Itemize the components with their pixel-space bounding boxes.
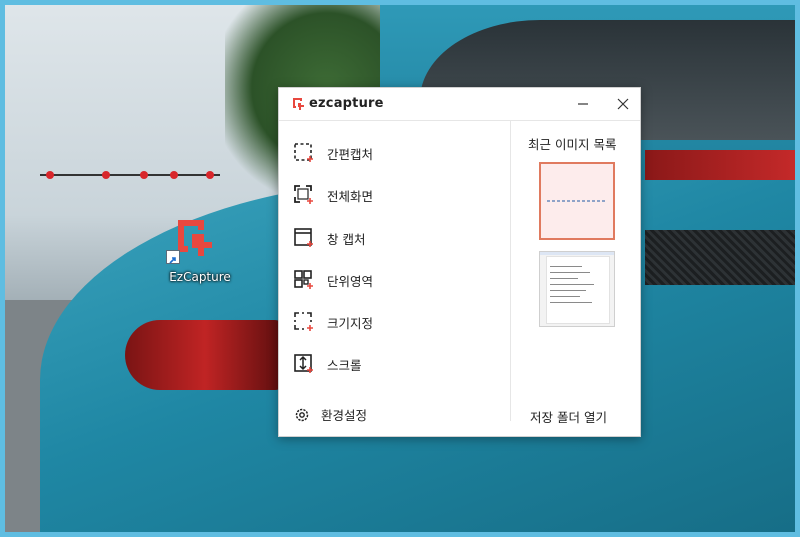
- app-title: ezcapture: [309, 96, 384, 111]
- fullscreen-capture-icon: [294, 185, 313, 204]
- menu-item-size-specify[interactable]: 크기지정: [293, 309, 373, 335]
- ezcapture-window: ezcapture 간편캡처 전체화면 창 캡처 단위영역 크기지정 스크롤 환…: [278, 87, 641, 437]
- menu-item-label: 간편캡처: [327, 146, 374, 162]
- menu-item-unit-area[interactable]: 단위영역: [293, 267, 373, 293]
- ezcapture-logo-icon: [178, 220, 212, 256]
- menu-item-label: 스크롤: [327, 357, 362, 373]
- title-bar[interactable]: ezcapture: [279, 88, 640, 121]
- close-icon: [617, 98, 629, 110]
- settings-label: 환경설정: [321, 408, 368, 423]
- recent-image-thumbnail[interactable]: [539, 162, 615, 240]
- wallpaper-traffic-light: [40, 165, 220, 185]
- open-save-folder-button[interactable]: 저장 폴더 열기: [530, 407, 607, 426]
- simple-capture-icon: [294, 143, 313, 162]
- wallpaper-taillight: [125, 320, 285, 390]
- minimize-icon: [578, 103, 588, 105]
- minimize-button[interactable]: [573, 94, 593, 114]
- menu-item-fullscreen[interactable]: 전체화면: [293, 182, 373, 208]
- menu-item-window-capture[interactable]: 창 캡처: [293, 225, 365, 251]
- ezcapture-desktop-shortcut[interactable]: EzCapture: [160, 210, 240, 294]
- wallpaper-grille: [645, 230, 800, 285]
- menu-item-label: 단위영역: [327, 273, 374, 289]
- ezcapture-logo-icon: [293, 98, 304, 110]
- recent-image-thumbnail[interactable]: [539, 251, 615, 327]
- unit-area-icon: [294, 270, 313, 289]
- settings-button[interactable]: 환경설정: [293, 405, 367, 424]
- scroll-capture-icon: [294, 354, 313, 373]
- panel-divider: [510, 121, 511, 421]
- window-capture-icon: [294, 228, 313, 247]
- menu-item-label: 창 캡처: [327, 231, 366, 247]
- menu-item-simple-capture[interactable]: 간편캡처: [293, 140, 373, 166]
- menu-item-scroll-capture[interactable]: 스크롤: [293, 351, 362, 377]
- menu-item-label: 전체화면: [327, 188, 374, 204]
- recent-images-title: 최근 이미지 목록: [528, 137, 617, 152]
- close-button[interactable]: [613, 94, 633, 114]
- shortcut-label: EzCapture: [169, 270, 231, 284]
- wallpaper-taillight-right: [645, 150, 800, 180]
- size-specify-icon: [294, 312, 313, 331]
- menu-item-label: 크기지정: [327, 315, 374, 331]
- gear-icon: [295, 408, 309, 421]
- shortcut-arrow-icon: [166, 250, 180, 264]
